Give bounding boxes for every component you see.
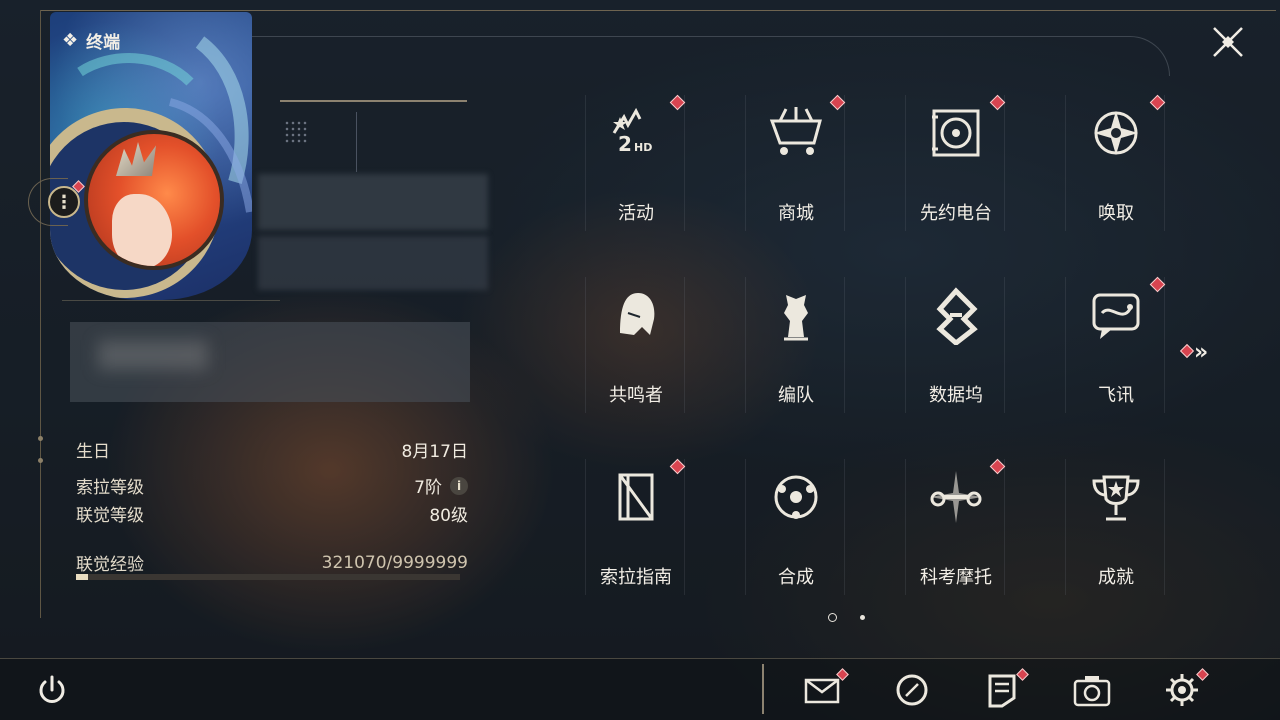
union-exp-fill (76, 574, 89, 580)
double-chevron-right-icon: » (1194, 340, 1208, 365)
page-indicator-current[interactable] (828, 613, 837, 622)
mail-icon (804, 678, 840, 704)
menu-item-10[interactable]: 科考摩托 (905, 458, 1006, 595)
notification-badge (989, 94, 1006, 111)
birthday-value: 8月17日 (401, 442, 468, 462)
frame-top-line (40, 10, 1276, 11)
signature-blurred[interactable] (70, 322, 470, 402)
menu-item-9[interactable]: 合成 (745, 459, 845, 595)
message-chat-icon (1086, 285, 1146, 345)
info-birthday: 生日 8月17日 (76, 437, 468, 462)
menu-item-label: 数据坞 (929, 385, 983, 406)
notification-badge (669, 458, 686, 475)
event-2nd-anniversary-icon: 2 HD (606, 103, 666, 163)
resonator-portrait-icon (606, 285, 666, 345)
menu-item-2[interactable]: 先约电台 (905, 94, 1006, 231)
synthesis-orbit-icon (766, 467, 826, 527)
achievement-trophy-icon (1086, 467, 1146, 527)
notification-badge (989, 458, 1006, 475)
more-options-button[interactable]: ⋮ (48, 186, 80, 218)
frame-left-line (40, 10, 41, 618)
sola-level-label: 索拉等级 (76, 478, 144, 498)
svg-text:HD: HD (634, 141, 652, 154)
shop-cart-icon (766, 103, 826, 163)
menu-item-label: 活动 (618, 203, 654, 224)
menu-item-3[interactable]: 唤取 (1065, 94, 1166, 231)
menu-item-label: 成就 (1098, 567, 1134, 588)
terminal-title: ❖ 终端 (62, 28, 120, 53)
menu-item-6[interactable]: 数据坞 (905, 277, 1005, 413)
sola-level-value: 7阶 (414, 478, 442, 498)
data-bank-icon (926, 285, 986, 345)
union-level-value: 80级 (429, 506, 468, 526)
summon-compass-icon (1086, 103, 1146, 163)
terminal-diamond-icon: ❖ (62, 30, 79, 51)
profile-separator (62, 300, 280, 301)
menu-item-0[interactable]: 2 HD 活动 (585, 94, 686, 231)
motorcycle-icon (926, 467, 986, 527)
frame-dot (38, 458, 43, 463)
menu-item-label: 先约电台 (920, 203, 992, 224)
guidebook-icon (606, 467, 666, 527)
notification-badge (1149, 94, 1166, 111)
union-exp-value: 321070/9999999 (321, 552, 468, 573)
bottom-separator (762, 664, 764, 714)
menu-item-label: 唤取 (1098, 203, 1134, 224)
notification-badge (1149, 276, 1166, 293)
menu-item-label: 合成 (778, 567, 814, 588)
power-icon (39, 675, 65, 703)
menu-item-label: 索拉指南 (600, 567, 672, 588)
notification-badge (829, 94, 846, 111)
player-name-blurred (258, 174, 488, 230)
notification-badge (669, 94, 686, 111)
page-indicator[interactable] (860, 615, 865, 620)
notice-icon (988, 674, 1016, 708)
menu-item-label: 共鸣者 (609, 385, 663, 406)
menu-item-label: 商城 (778, 203, 814, 224)
decorative-dots (284, 120, 308, 144)
team-chess-icon (766, 285, 826, 345)
close-button[interactable] (1206, 20, 1250, 64)
menu-item-label: 编队 (778, 385, 814, 406)
camera-icon (1073, 676, 1111, 707)
close-x-icon (1213, 27, 1243, 57)
decorative-vertical (356, 112, 357, 172)
clock-button[interactable] (892, 672, 932, 708)
birthday-label: 生日 (76, 442, 110, 462)
union-level-label: 联觉等级 (76, 506, 144, 526)
mail-button[interactable] (802, 668, 849, 708)
radio-record-player-icon (926, 103, 986, 163)
clock-icon (896, 674, 928, 706)
power-button[interactable] (32, 672, 72, 708)
info-union-level: 联觉等级 80级 (76, 501, 468, 526)
more-vertical-icon: ⋮ (55, 191, 73, 213)
camera-button[interactable] (1072, 672, 1112, 708)
decorative-line (280, 100, 467, 102)
union-exp-bar (76, 574, 460, 580)
terminal-title-text: 终端 (86, 33, 121, 53)
svg-text:2: 2 (618, 132, 632, 156)
info-sola-level: 索拉等级 7阶 i (76, 473, 468, 498)
avatar-crown (116, 142, 156, 176)
menu-item-label: 科考摩托 (920, 567, 992, 588)
notice-button[interactable] (982, 668, 1029, 708)
menu-item-4[interactable]: 共鸣者 (585, 277, 685, 413)
menu-item-label: 飞讯 (1098, 385, 1134, 406)
menu-item-7[interactable]: 飞讯 (1065, 276, 1166, 413)
info-icon[interactable]: i (450, 476, 468, 495)
menu-item-11[interactable]: 成就 (1065, 459, 1165, 595)
menu-item-5[interactable]: 编队 (745, 277, 845, 413)
player-id-blurred (258, 236, 488, 290)
menu-item-8[interactable]: 索拉指南 (585, 458, 686, 595)
settings-gear-button[interactable] (1162, 668, 1209, 708)
menu-item-1[interactable]: 商城 (745, 94, 846, 231)
frame-dot (38, 436, 43, 441)
info-union-exp: 联觉经验 321070/9999999 (76, 550, 468, 576)
avatar-face (112, 194, 172, 266)
sola-level-value-wrap: 7阶 i (414, 473, 468, 498)
avatar (84, 130, 224, 270)
union-exp-label: 联觉经验 (76, 555, 144, 575)
settings-gear-icon (1166, 674, 1198, 706)
next-page-button[interactable]: » (1179, 340, 1208, 365)
